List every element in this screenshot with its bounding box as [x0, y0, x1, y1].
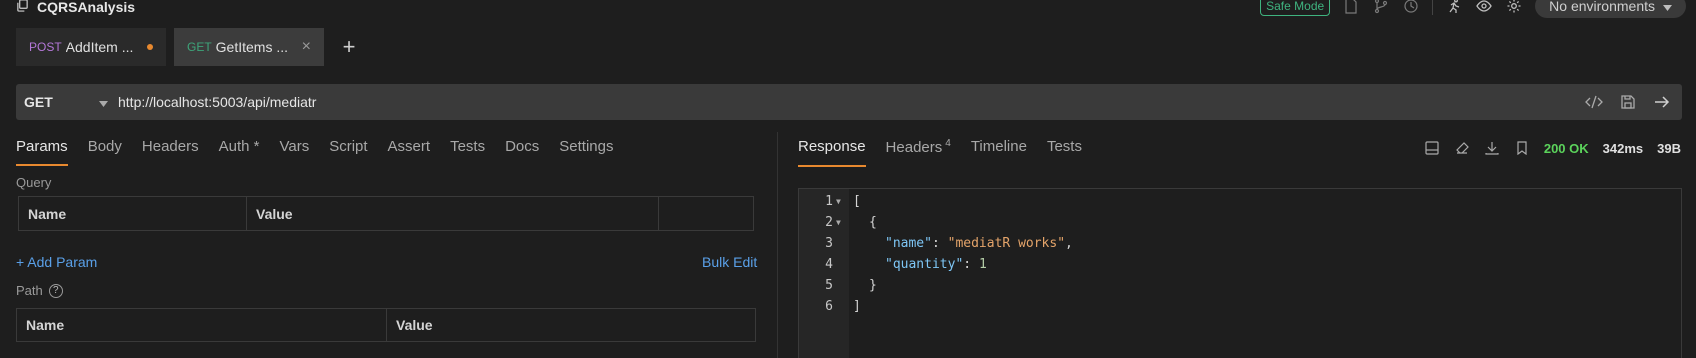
tab-vars[interactable]: Vars: [279, 138, 309, 162]
close-icon[interactable]: ×: [302, 38, 311, 56]
url-bar: GET http://localhost:5003/api/mediatr: [16, 84, 1682, 120]
collection-name: CQRSAnalysis: [37, 0, 136, 15]
code-text: ]: [853, 299, 861, 314]
actions-column-header: [659, 197, 753, 230]
name-column-header: Name: [17, 309, 387, 341]
document-icon[interactable]: [1342, 0, 1360, 15]
tab-assert[interactable]: Assert: [388, 138, 431, 162]
headers-label: Headers: [885, 139, 943, 156]
code-text: {: [869, 215, 877, 230]
eye-icon[interactable]: [1475, 0, 1493, 15]
tab-settings[interactable]: Settings: [559, 138, 613, 162]
query-params-table: Name Value: [18, 196, 754, 231]
response-time: 342ms: [1602, 140, 1644, 156]
bulk-edit-button[interactable]: Bulk Edit: [702, 254, 757, 270]
headers-count: 4: [945, 138, 951, 149]
code-text: "name": "mediatR works",: [885, 236, 1073, 251]
name-column-header: Name: [19, 197, 247, 230]
value-column-header: Value: [396, 317, 433, 333]
tab-method: GET: [187, 40, 212, 54]
line-number: 5: [825, 278, 833, 293]
history-icon[interactable]: [1402, 0, 1420, 15]
tab-script[interactable]: Script: [329, 138, 367, 162]
json-key: "name": [885, 236, 932, 251]
tab-method: POST: [29, 40, 62, 54]
chevron-down-icon: [99, 94, 108, 110]
line-number: 4: [825, 257, 833, 272]
eraser-icon[interactable]: [1454, 140, 1470, 156]
tab-headers[interactable]: Headers: [142, 138, 199, 162]
code-line: 6 ]: [799, 296, 861, 317]
bookmark-icon[interactable]: [1514, 140, 1530, 156]
tab-get-items[interactable]: GET GetItems ... ×: [174, 28, 324, 66]
line-number: 2: [825, 215, 833, 230]
tab-name: GetItems ...: [215, 39, 289, 55]
method-select[interactable]: GET: [16, 94, 116, 110]
code-line: 2 ▼ {: [799, 212, 877, 233]
tab-timeline[interactable]: Timeline: [971, 138, 1027, 163]
download-icon[interactable]: [1484, 140, 1500, 156]
unsaved-indicator: [147, 44, 153, 50]
add-tab-button[interactable]: +: [332, 28, 366, 66]
safe-mode-badge[interactable]: Safe Mode: [1260, 0, 1331, 16]
code-line: 3 "name": "mediatR works",: [799, 233, 1073, 254]
request-tabs: POST AddItem ... GET GetItems ... × +: [16, 28, 366, 66]
gear-icon[interactable]: [1505, 0, 1523, 15]
tab-response-headers[interactable]: Headers 4: [886, 138, 951, 163]
send-arrow-icon[interactable]: [1652, 92, 1672, 112]
fold-arrow-icon[interactable]: ▼: [833, 197, 845, 206]
tab-name: AddItem ...: [65, 39, 134, 55]
url-input[interactable]: http://localhost:5003/api/mediatr: [116, 94, 1584, 110]
line-number: 3: [825, 236, 833, 251]
response-size: 39B: [1657, 140, 1681, 156]
code-text: "quantity": 1: [885, 257, 987, 272]
code-text: [: [853, 194, 861, 209]
line-number: 6: [825, 299, 833, 314]
runner-icon[interactable]: [1445, 0, 1463, 15]
copy-icon: [16, 0, 29, 15]
app-title[interactable]: CQRSAnalysis: [16, 0, 135, 15]
json-key: "quantity": [885, 257, 964, 272]
response-meta: 200 OK 342ms 39B: [1424, 140, 1681, 156]
request-pane-tabs: Params Body Headers Auth * Vars Script A…: [16, 138, 613, 166]
status-code: 200 OK: [1543, 140, 1589, 156]
save-icon[interactable]: [1618, 92, 1638, 112]
plus-icon: +: [342, 34, 356, 59]
help-icon[interactable]: ?: [48, 283, 63, 298]
tab-response[interactable]: Response: [798, 138, 866, 167]
tab-tests[interactable]: Tests: [450, 138, 485, 162]
git-branch-icon[interactable]: [1372, 0, 1390, 15]
value-column-header: Value: [247, 197, 659, 230]
add-param-button[interactable]: + Add Param: [16, 254, 97, 270]
code-text: }: [869, 278, 877, 293]
code-line: 1 ▼ [: [799, 191, 861, 212]
path-section-label: Path ?: [16, 283, 63, 298]
title-bar: CQRSAnalysis Safe Mode No environments: [0, 0, 1696, 18]
environment-select[interactable]: No environments: [1535, 0, 1686, 18]
fold-arrow-icon[interactable]: ▼: [833, 218, 845, 227]
json-string-value: "mediatR works": [947, 236, 1066, 251]
tab-add-item[interactable]: POST AddItem ...: [16, 28, 166, 66]
tab-docs[interactable]: Docs: [505, 138, 539, 162]
path-label: Path: [16, 283, 43, 298]
code-line: 5 }: [799, 275, 877, 296]
tab-body[interactable]: Body: [88, 138, 122, 162]
code-icon[interactable]: [1584, 92, 1604, 112]
method-label: GET: [24, 94, 53, 110]
chevron-down-icon: [1663, 0, 1672, 14]
pane-divider[interactable]: [777, 132, 778, 358]
environment-label: No environments: [1549, 0, 1655, 14]
response-pane-tabs: Response Headers 4 Timeline Tests: [798, 138, 1082, 167]
tab-response-tests[interactable]: Tests: [1047, 138, 1082, 163]
line-number: 1: [825, 194, 833, 209]
path-params-table: Name Value: [16, 308, 756, 342]
toolbar-separator: [1432, 0, 1434, 15]
code-line: 4 "quantity": 1: [799, 254, 987, 275]
query-section-label: Query: [16, 175, 52, 190]
tab-params[interactable]: Params: [16, 138, 68, 166]
json-number-value: 1: [978, 257, 987, 272]
layout-icon[interactable]: [1424, 140, 1440, 156]
tab-auth[interactable]: Auth *: [219, 138, 260, 162]
response-body-viewer[interactable]: 1 ▼ [ 2 ▼ { 3 "name": "mediatR works", 4…: [798, 188, 1682, 358]
